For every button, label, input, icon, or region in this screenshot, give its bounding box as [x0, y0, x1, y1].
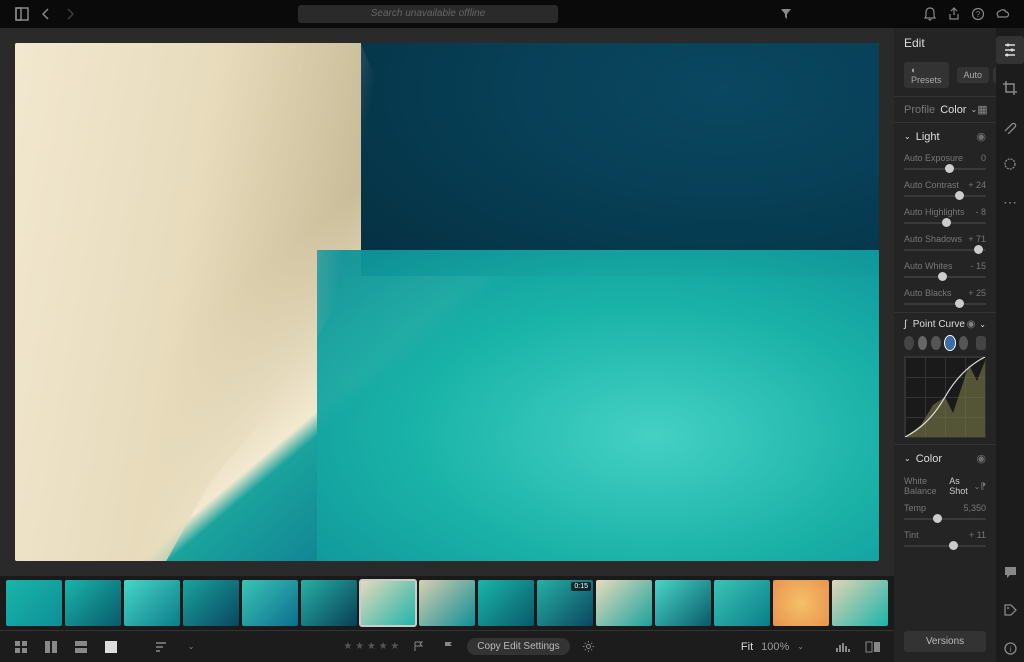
edit-panel: Edit ◐ Presets Auto B&W Profile Color ⌄ … — [894, 28, 996, 662]
curve-channel-red[interactable] — [931, 336, 941, 350]
comments-icon[interactable] — [996, 558, 1024, 586]
healing-brush-icon[interactable] — [996, 112, 1024, 140]
slider-auto-exposure[interactable]: Auto Exposure0 — [894, 150, 996, 177]
thumb[interactable] — [124, 580, 180, 626]
curve-channel-rgb[interactable] — [945, 336, 955, 350]
chevron-down-icon[interactable]: ⌄ — [797, 642, 804, 651]
edit-panel-title: Edit — [894, 28, 996, 58]
slider-auto-blacks[interactable]: Auto Blacks+ 25 — [894, 285, 996, 312]
chevron-down-icon: ⌄ — [970, 105, 977, 114]
main-photo — [15, 43, 879, 561]
split-view-icon[interactable] — [40, 636, 62, 658]
more-icon[interactable]: ⋯ — [996, 188, 1024, 216]
thumb[interactable] — [655, 580, 711, 626]
slider-auto-highlights[interactable]: Auto Highlights- 8 — [894, 204, 996, 231]
chevron-down-icon: ⌄ — [904, 454, 911, 463]
thumb[interactable] — [65, 580, 121, 626]
edit-sliders-icon[interactable] — [996, 36, 1024, 64]
profile-label: Profile — [904, 104, 935, 116]
tool-rail: ⋯ i — [996, 28, 1024, 662]
flag-reject-icon[interactable] — [437, 636, 459, 658]
image-canvas[interactable] — [0, 28, 894, 576]
thumb[interactable] — [773, 580, 829, 626]
point-curve-title: Point Curve — [913, 319, 965, 330]
curve-reset-icon[interactable] — [976, 336, 986, 350]
back-arrow-icon[interactable] — [34, 2, 58, 26]
flag-pick-icon[interactable] — [407, 636, 429, 658]
funnel-icon[interactable] — [774, 2, 798, 26]
thumb[interactable] — [6, 580, 62, 626]
thumb[interactable]: 0:15 — [537, 580, 593, 626]
presets-button[interactable]: ◐ Presets — [904, 62, 949, 88]
copy-edit-settings-button[interactable]: Copy Edit Settings — [467, 638, 569, 655]
bottom-bar: ⌄ ★ ★ ★ ★ ★ Copy Edit Settings Fit 100% … — [0, 630, 894, 662]
color-section-header[interactable]: ⌄ Color ◉ — [894, 444, 996, 472]
sort-icon[interactable] — [150, 636, 172, 658]
profile-browser-icon[interactable]: ▦ — [977, 103, 987, 116]
thumb[interactable] — [419, 580, 475, 626]
eye-icon[interactable]: ◉ — [976, 130, 986, 143]
curve-icon: ∫ — [904, 319, 907, 330]
fit-label[interactable]: Fit — [741, 641, 753, 653]
curve-channel-green[interactable] — [959, 336, 969, 350]
tint-slider[interactable]: Tint+ 11 — [894, 527, 996, 554]
tag-icon[interactable] — [996, 596, 1024, 624]
slider-auto-shadows[interactable]: Auto Shadows+ 71 — [894, 231, 996, 258]
chevron-down-icon[interactable]: ⌄ — [974, 482, 981, 491]
point-curve-panel: ∫ Point Curve ◉ ⌄ — [894, 312, 996, 444]
compare-view-icon[interactable] — [70, 636, 92, 658]
before-after-icon[interactable] — [862, 636, 884, 658]
curve-channel-luma[interactable] — [918, 336, 928, 350]
chevron-down-icon[interactable]: ⌄ — [180, 636, 202, 658]
bell-icon[interactable] — [918, 2, 942, 26]
grid-icon[interactable] — [10, 2, 34, 26]
light-section-header[interactable]: ⌄ Light ◉ — [894, 122, 996, 150]
gear-icon[interactable] — [578, 636, 600, 658]
tone-curve[interactable] — [904, 356, 986, 438]
share-icon[interactable] — [942, 2, 966, 26]
versions-button[interactable]: Versions — [904, 631, 986, 652]
histogram-icon[interactable] — [832, 636, 854, 658]
cloud-icon[interactable] — [990, 2, 1014, 26]
temp-slider[interactable]: Temp5,350 — [894, 500, 996, 527]
wb-label: White Balance — [904, 476, 943, 496]
eye-icon[interactable]: ◉ — [967, 319, 976, 330]
thumb[interactable] — [832, 580, 888, 626]
help-icon[interactable]: ? — [966, 2, 990, 26]
video-duration-badge: 0:15 — [571, 582, 591, 591]
light-title: Light — [916, 131, 940, 143]
thumb[interactable] — [596, 580, 652, 626]
filmstrip[interactable]: 0:15 — [0, 576, 894, 630]
rating-stars[interactable]: ★ ★ ★ ★ ★ — [343, 641, 399, 652]
chevron-down-icon: ⌄ — [904, 132, 911, 141]
svg-text:?: ? — [976, 10, 981, 19]
eyedropper-icon[interactable]: ⁋ — [980, 481, 986, 492]
crop-icon[interactable] — [996, 74, 1024, 102]
single-view-icon[interactable] — [100, 636, 122, 658]
auto-button[interactable]: Auto — [957, 67, 990, 83]
thumb[interactable] — [360, 580, 416, 626]
slider-auto-contrast[interactable]: Auto Contrast+ 24 — [894, 177, 996, 204]
eye-icon[interactable]: ◉ — [976, 452, 986, 465]
info-icon[interactable]: i — [996, 634, 1024, 662]
thumb[interactable] — [242, 580, 298, 626]
wb-value[interactable]: As Shot — [949, 476, 970, 496]
svg-text:i: i — [1009, 645, 1011, 654]
forward-arrow-icon[interactable] — [58, 2, 82, 26]
top-bar: Search unavailable offline ? — [0, 0, 1024, 28]
color-title: Color — [916, 453, 942, 465]
curve-channel-parametric[interactable] — [904, 336, 914, 350]
search-input[interactable]: Search unavailable offline — [298, 5, 558, 23]
thumb[interactable] — [301, 580, 357, 626]
masking-icon[interactable] — [996, 150, 1024, 178]
grid-view-icon[interactable] — [10, 636, 32, 658]
zoom-value[interactable]: 100% — [761, 641, 789, 653]
slider-auto-whites[interactable]: Auto Whites- 15 — [894, 258, 996, 285]
thumb[interactable] — [183, 580, 239, 626]
thumb[interactable] — [478, 580, 534, 626]
profile-value: Color — [940, 104, 966, 116]
chevron-down-icon[interactable]: ⌄ — [979, 320, 986, 329]
thumb[interactable] — [714, 580, 770, 626]
profile-row[interactable]: Profile Color ⌄ ▦ — [894, 96, 996, 122]
